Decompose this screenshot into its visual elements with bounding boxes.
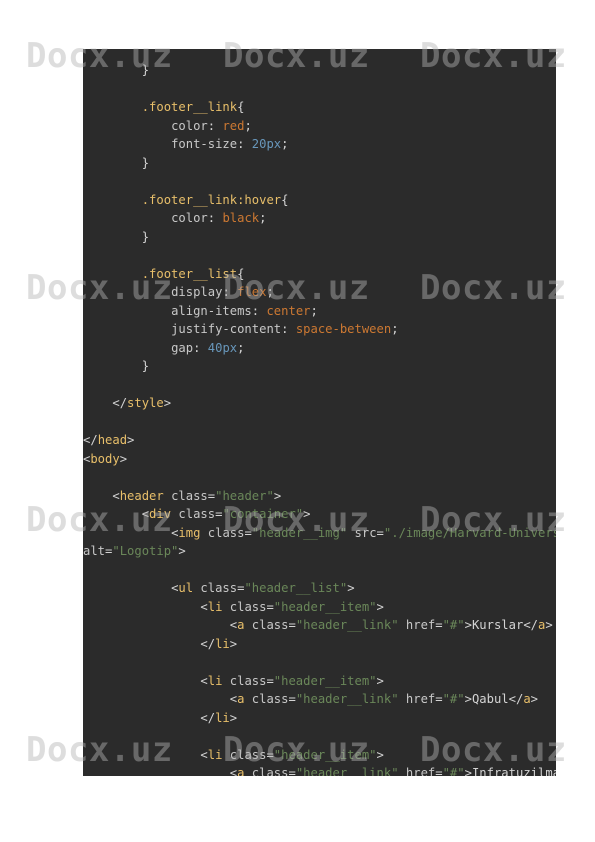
code-line <box>83 246 556 265</box>
code-line: gap: 40px; <box>83 339 556 358</box>
code-line: color: red; <box>83 117 556 136</box>
code-line: alt="Logotip"> <box>83 542 556 561</box>
code-line: <li class="header__item"> <box>83 672 556 691</box>
code-line: <a class="header__link" href="#">Kurslar… <box>83 616 556 635</box>
code-line: font-size: 20px; <box>83 135 556 154</box>
code-line: } <box>83 357 556 376</box>
code-line: <body> <box>83 450 556 469</box>
code-line: </li> <box>83 709 556 728</box>
code-line <box>83 561 556 580</box>
code-line: display: flex; <box>83 283 556 302</box>
code-line: justify-content: space-between; <box>83 320 556 339</box>
code-line: .footer__list{ <box>83 265 556 284</box>
code-line: <li class="header__item"> <box>83 746 556 765</box>
code-line: <div class="container"> <box>83 505 556 524</box>
code-line <box>83 376 556 395</box>
code-line: } <box>83 154 556 173</box>
code-line: .footer__link{ <box>83 98 556 117</box>
code-line: <li class="header__item"> <box>83 598 556 617</box>
code-line: <header class="header"> <box>83 487 556 506</box>
code-line: color: black; <box>83 209 556 228</box>
code-line <box>83 413 556 432</box>
code-editor-block: } .footer__link{ color: red; font-size: … <box>83 49 556 776</box>
code-line: </style> <box>83 394 556 413</box>
code-line: align-items: center; <box>83 302 556 321</box>
code-line <box>83 468 556 487</box>
code-line: .footer__link:hover{ <box>83 191 556 210</box>
code-line: <img class="header__img" src="./image/Ha… <box>83 524 556 543</box>
code-line <box>83 172 556 191</box>
code-line <box>83 727 556 746</box>
code-line: } <box>83 228 556 247</box>
code-line: } <box>83 61 556 80</box>
code-line: </head> <box>83 431 556 450</box>
code-line: <a class="header__link" href="#">Qabul</… <box>83 690 556 709</box>
code-line: </li> <box>83 635 556 654</box>
code-line: <ul class="header__list"> <box>83 579 556 598</box>
code-line <box>83 80 556 99</box>
code-line: <a class="header__link" href="#">Infratu… <box>83 764 556 776</box>
code-line <box>83 653 556 672</box>
